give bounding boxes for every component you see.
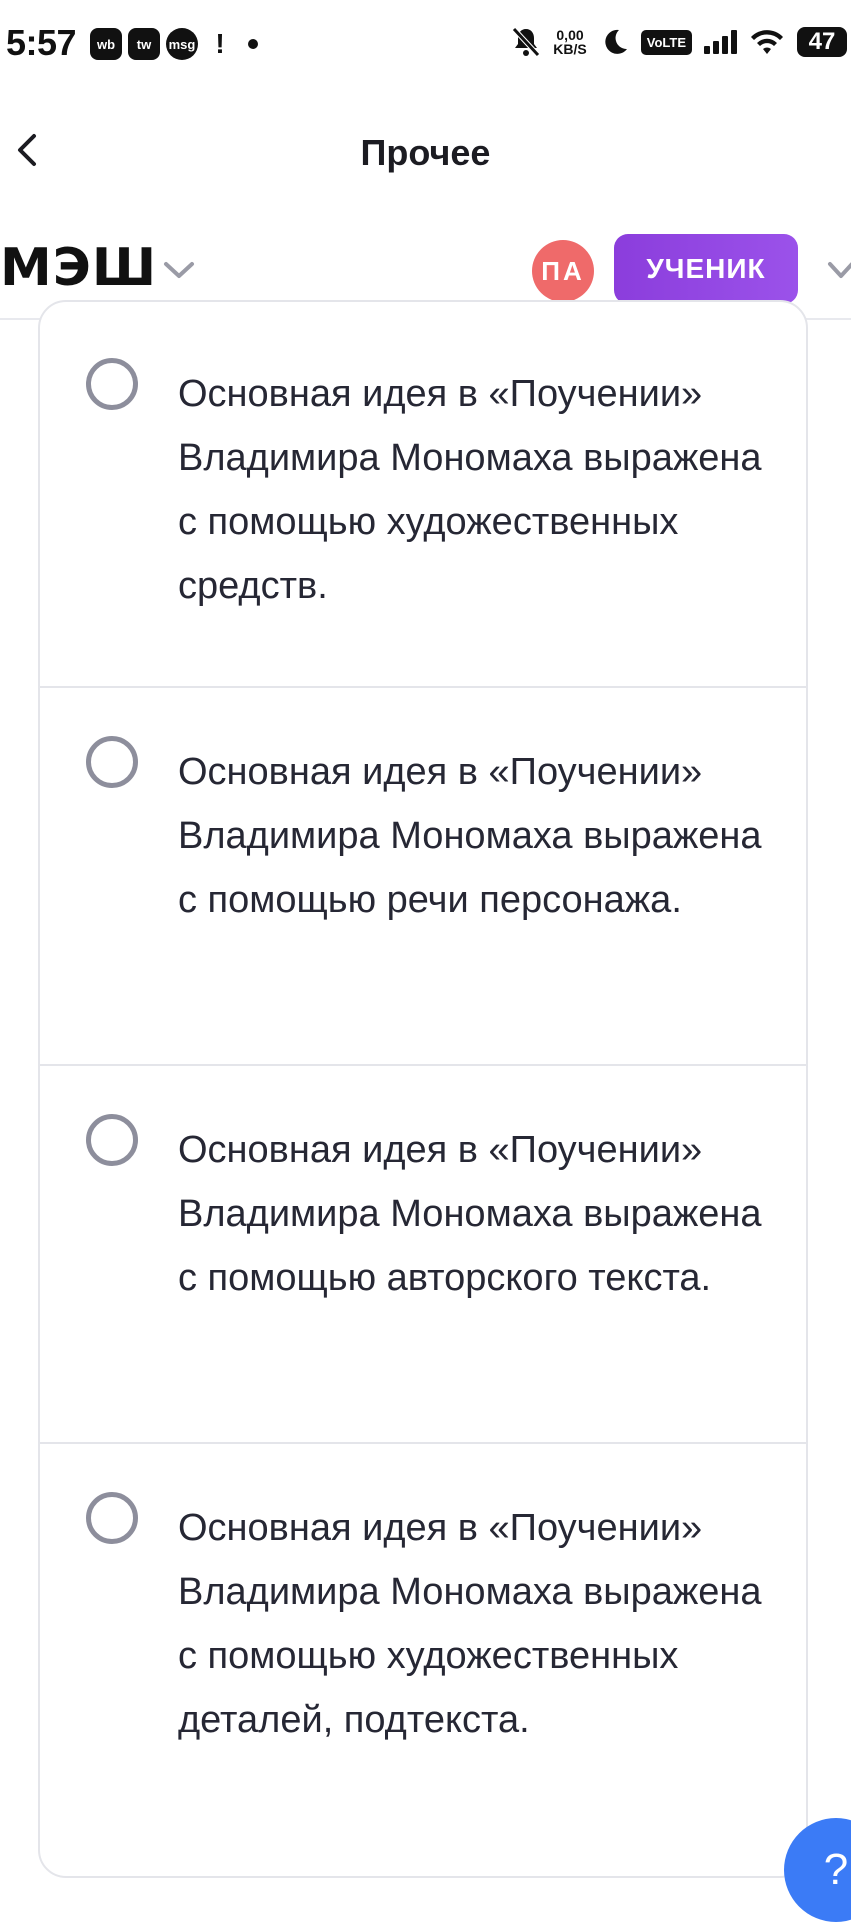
page-title: Прочее (360, 132, 491, 173)
chevron-down-icon[interactable] (162, 258, 196, 282)
warning-icon: ! (215, 28, 225, 59)
radio-button[interactable] (86, 1114, 138, 1166)
answer-text: Основная идея в «Поучении» Владимира Мон… (178, 751, 762, 921)
chat-icon: msg (166, 28, 198, 60)
signal-icon (704, 30, 737, 54)
radio-button[interactable] (86, 736, 138, 788)
role-badge[interactable]: УЧЕНИК (614, 234, 798, 304)
answer-option[interactable]: Основная идея в «Поучении» Владимира Мон… (40, 1442, 806, 1876)
answer-option[interactable]: Основная идея в «Поучении» Владимира Мон… (40, 1064, 806, 1444)
answer-option[interactable]: Основная идея в «Поучении» Владимира Мон… (40, 302, 806, 688)
answers-card: Основная идея в «Поучении» Владимира Мон… (38, 300, 808, 1878)
wifi-icon (751, 30, 783, 54)
battery-indicator: 47 (797, 27, 847, 57)
answer-option[interactable]: Основная идея в «Поучении» Владимира Мон… (40, 686, 806, 1066)
answer-text: Основная идея в «Поучении» Владимира Мон… (178, 1129, 762, 1299)
radio-button[interactable] (86, 1492, 138, 1544)
more-notifications-dot (248, 39, 258, 49)
radio-button[interactable] (86, 358, 138, 410)
mesh-logo[interactable]: МЭШ (0, 238, 157, 298)
network-speed: 0,00 KB/S (553, 28, 586, 56)
answer-text: Основная идея в «Поучении» Владимира Мон… (178, 1507, 762, 1741)
network-speed-unit: KB/S (553, 41, 587, 57)
avatar[interactable]: ПА (532, 240, 594, 302)
twitch-icon: tw (128, 28, 160, 60)
system-icons: 0,00 KB/S VoLTE 47 (511, 26, 847, 58)
status-bar: 5:57 wb tw msg ! 0,00 KB/S VoLTE 47 (0, 0, 851, 92)
volte-badge: VoLTE (640, 29, 692, 55)
top-header: Прочее (0, 100, 851, 200)
chevron-down-icon[interactable] (826, 258, 851, 282)
status-time: 5:57 (6, 22, 77, 63)
network-speed-value: 0,00 (556, 27, 584, 43)
answer-text: Основная идея в «Поучении» Владимира Мон… (178, 373, 762, 607)
mute-bell-icon (512, 27, 541, 57)
wildberries-icon: wb (90, 28, 122, 60)
moon-icon (605, 29, 627, 54)
notification-icons: wb tw msg ! (90, 28, 258, 60)
